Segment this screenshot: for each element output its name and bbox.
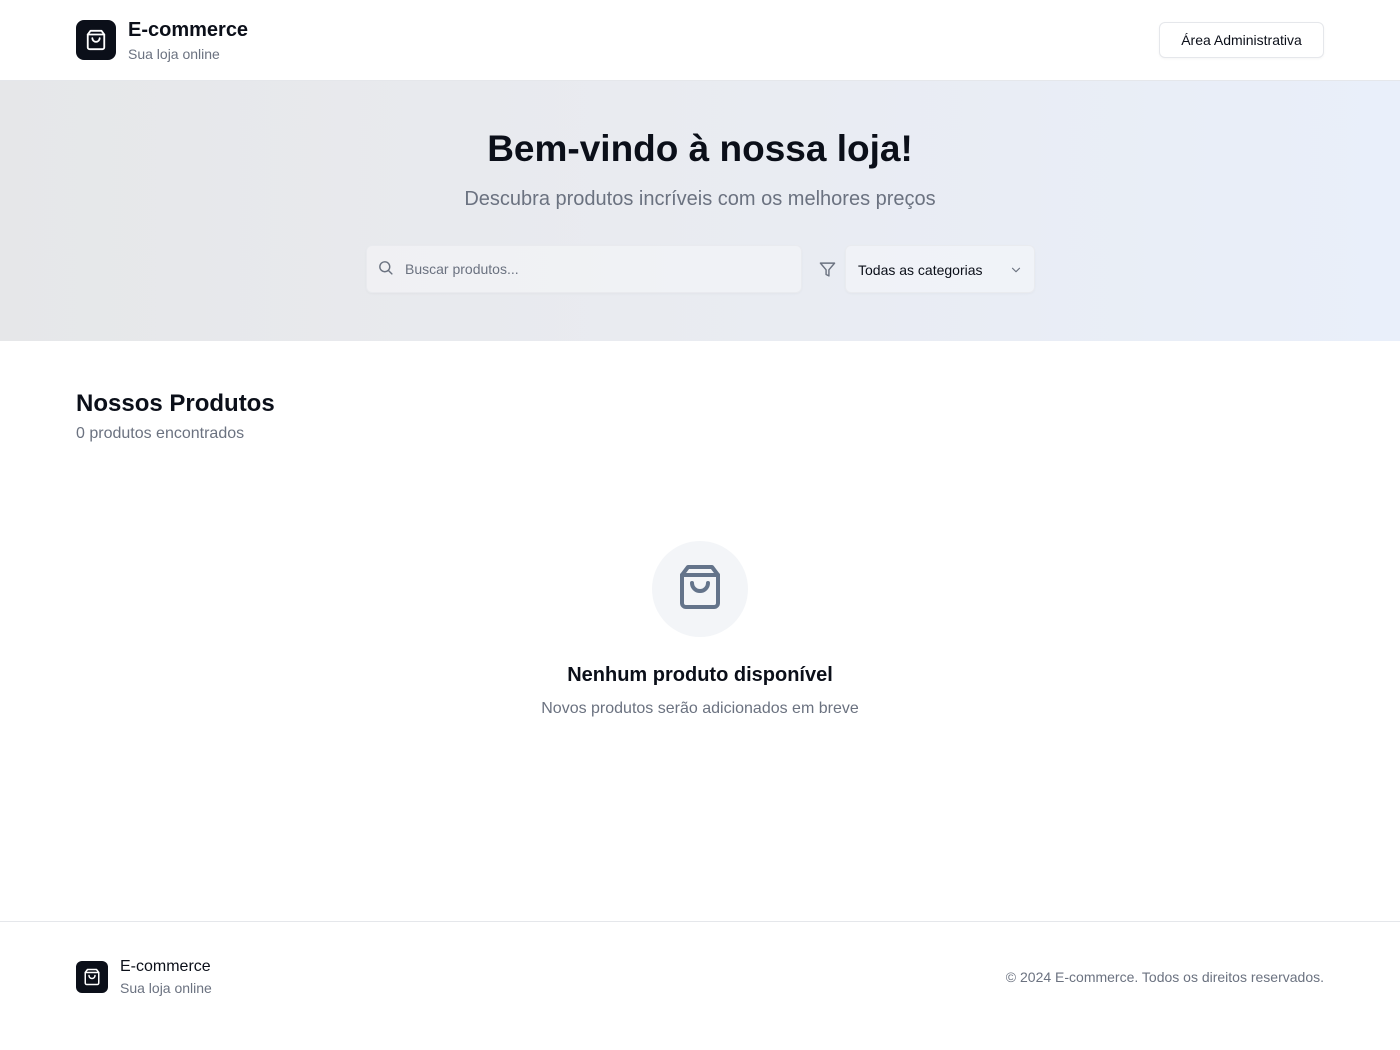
hero-subtitle: Descubra produtos incríveis com os melho…: [464, 188, 936, 210]
footer-brand: E-commerce Sua loja online: [76, 957, 212, 997]
search-input[interactable]: [405, 246, 795, 292]
category-select-value: Todas as categorias: [858, 262, 983, 278]
site-footer: E-commerce Sua loja online © 2024 E-comm…: [0, 921, 1400, 1050]
brand-text: E-commerce Sua loja online: [128, 19, 248, 63]
products-count: 0 produtos encontrados: [76, 425, 245, 442]
footer-brand-text: E-commerce Sua loja online: [120, 957, 212, 997]
filter-icon: [819, 261, 836, 283]
brand-subtitle: Sua loja online: [128, 46, 220, 62]
site-header: E-commerce Sua loja online Área Administ…: [0, 0, 1400, 81]
empty-state-subtitle: Novos produtos serão adicionados em brev…: [541, 700, 859, 717]
hero-title: Bem-vindo à nossa loja!: [487, 128, 913, 169]
admin-area-button[interactable]: Área Administrativa: [1159, 22, 1324, 58]
empty-state-illustration: [652, 541, 748, 637]
search-box[interactable]: [366, 245, 802, 293]
footer-brand-title: E-commerce: [120, 958, 211, 975]
copyright-text: © 2024 E-commerce. Todos os direitos res…: [1005, 969, 1324, 985]
chevron-down-icon: [1009, 263, 1023, 282]
hero-section: Bem-vindo à nossa loja! Descubra produto…: [0, 81, 1400, 341]
shopping-bag-icon: [76, 961, 108, 993]
footer-brand-subtitle: Sua loja online: [120, 980, 212, 996]
brand[interactable]: E-commerce Sua loja online: [76, 19, 248, 63]
category-select[interactable]: Todas as categorias: [845, 245, 1035, 293]
shopping-bag-icon: [676, 563, 724, 616]
shopping-bag-icon: [76, 20, 116, 60]
search-icon: [377, 259, 394, 281]
empty-state-title: Nenhum produto disponível: [567, 664, 833, 686]
products-title: Nossos Produtos: [76, 390, 275, 417]
brand-title: E-commerce: [128, 19, 249, 41]
